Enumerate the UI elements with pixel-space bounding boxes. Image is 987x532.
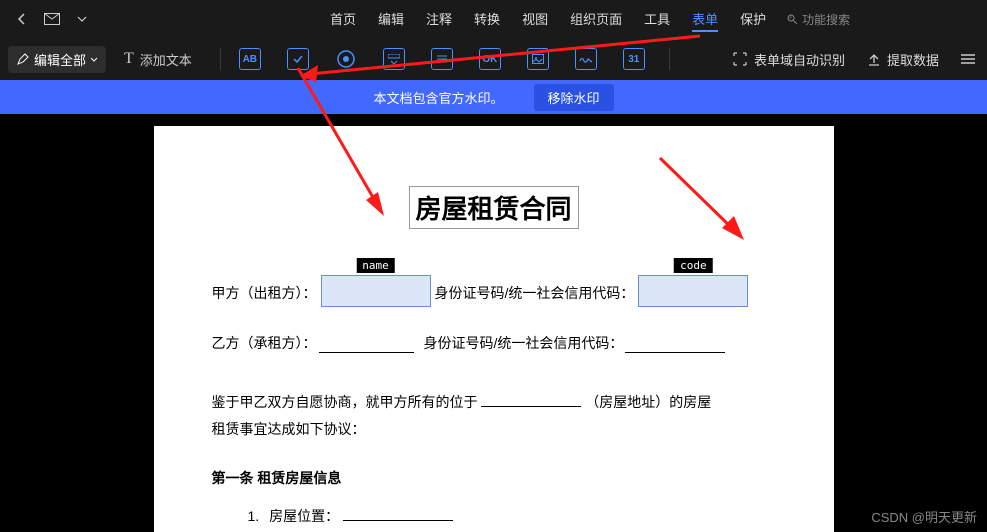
party-b-line: 乙方（承租方）： 身份证号码/统一社会信用代码： bbox=[212, 333, 776, 353]
list-tool-icon[interactable] bbox=[431, 48, 453, 70]
location-blank bbox=[343, 520, 453, 521]
back-icon[interactable] bbox=[14, 11, 30, 27]
remove-watermark-button[interactable]: 移除水印 bbox=[534, 84, 614, 111]
add-text-button[interactable]: T 添加文本 bbox=[124, 50, 192, 69]
edit-all-button[interactable]: 编辑全部 bbox=[8, 46, 106, 73]
add-text-label: 添加文本 bbox=[140, 50, 192, 69]
more-icon[interactable] bbox=[961, 53, 979, 65]
checkbox-tool-icon[interactable] bbox=[287, 48, 309, 70]
tab-tools[interactable]: 工具 bbox=[644, 7, 670, 32]
code-field[interactable]: code bbox=[638, 275, 748, 307]
date-tool-icon[interactable]: 31 bbox=[623, 48, 645, 70]
auto-detect-label: 表单域自动识别 bbox=[754, 50, 845, 69]
text-icon: T bbox=[124, 50, 134, 68]
party-a-line: 甲方（出租方）： name 身份证号码/统一社会信用代码： code bbox=[212, 271, 776, 303]
edit-all-label: 编辑全部 bbox=[34, 50, 86, 69]
party-a-label: 甲方（出租方）： bbox=[212, 283, 317, 303]
extract-data-button[interactable]: 提取数据 bbox=[867, 50, 939, 69]
section-1-heading: 第一条 租赁房屋信息 bbox=[212, 468, 776, 488]
mail-icon[interactable] bbox=[44, 11, 60, 27]
para2: 租赁事宜达成如下协议： bbox=[212, 421, 366, 437]
button-tool-icon[interactable]: OK bbox=[479, 48, 501, 70]
auto-detect-button[interactable]: 表单域自动识别 bbox=[732, 50, 845, 69]
function-search-label: 功能搜索 bbox=[802, 11, 850, 28]
party-b-label: 乙方（承租方）： bbox=[212, 333, 317, 353]
extract-data-label: 提取数据 bbox=[887, 50, 939, 69]
source-watermark: CSDN @明天更新 bbox=[871, 507, 977, 526]
watermark-banner: 本文档包含官方水印。 移除水印 bbox=[0, 80, 987, 114]
para1-b: （房屋地址）的房屋 bbox=[585, 394, 711, 410]
code-field-tag: code bbox=[674, 258, 713, 273]
tab-form[interactable]: 表单 bbox=[692, 7, 718, 32]
text-field-tool-icon[interactable]: AB bbox=[239, 48, 261, 70]
tab-view[interactable]: 视图 bbox=[522, 7, 548, 32]
function-search[interactable]: 功能搜索 bbox=[786, 11, 850, 28]
divider bbox=[220, 48, 221, 70]
document-viewport: 房屋租赁合同 甲方（出租方）： name 身份证号码/统一社会信用代码： cod… bbox=[0, 114, 987, 532]
list1-label: 房屋位置： bbox=[269, 508, 339, 524]
name-field[interactable]: name bbox=[321, 275, 431, 307]
tab-annotate[interactable]: 注释 bbox=[426, 7, 452, 32]
main-tabs: 首页 编辑 注释 转换 视图 组织页面 工具 表单 保护 bbox=[330, 7, 766, 32]
combo-tool-icon[interactable] bbox=[383, 48, 405, 70]
id-label-a: 身份证号码/统一社会信用代码： bbox=[435, 283, 635, 303]
signature-tool-icon[interactable] bbox=[575, 48, 597, 70]
list1-num: 1. bbox=[248, 508, 260, 524]
tab-protect[interactable]: 保护 bbox=[740, 7, 766, 32]
tab-edit[interactable]: 编辑 bbox=[378, 7, 404, 32]
tab-organize[interactable]: 组织页面 bbox=[570, 7, 622, 32]
paragraph-1: 鉴于甲乙双方自愿协商，就甲方所有的位于 （房屋地址）的房屋 租赁事宜达成如下协议… bbox=[212, 389, 776, 442]
image-tool-icon[interactable] bbox=[527, 48, 549, 70]
para1-a: 鉴于甲乙双方自愿协商，就甲方所有的位于 bbox=[212, 394, 478, 410]
tab-home[interactable]: 首页 bbox=[330, 7, 356, 32]
party-b-id-blank bbox=[625, 352, 725, 353]
divider bbox=[669, 48, 670, 70]
tab-convert[interactable]: 转换 bbox=[474, 7, 500, 32]
address-blank bbox=[481, 406, 581, 407]
document-title[interactable]: 房屋租赁合同 bbox=[408, 186, 578, 229]
party-b-blank bbox=[319, 352, 414, 353]
id-label-b: 身份证号码/统一社会信用代码： bbox=[424, 333, 624, 353]
document-page: 房屋租赁合同 甲方（出租方）： name 身份证号码/统一社会信用代码： cod… bbox=[154, 126, 834, 532]
list-item-1: 1. 房屋位置： bbox=[212, 506, 776, 526]
name-field-tag: name bbox=[356, 258, 395, 273]
banner-text: 本文档包含官方水印。 bbox=[373, 88, 503, 107]
chevron-down-icon[interactable] bbox=[74, 11, 90, 27]
radio-tool-icon[interactable] bbox=[335, 48, 357, 70]
